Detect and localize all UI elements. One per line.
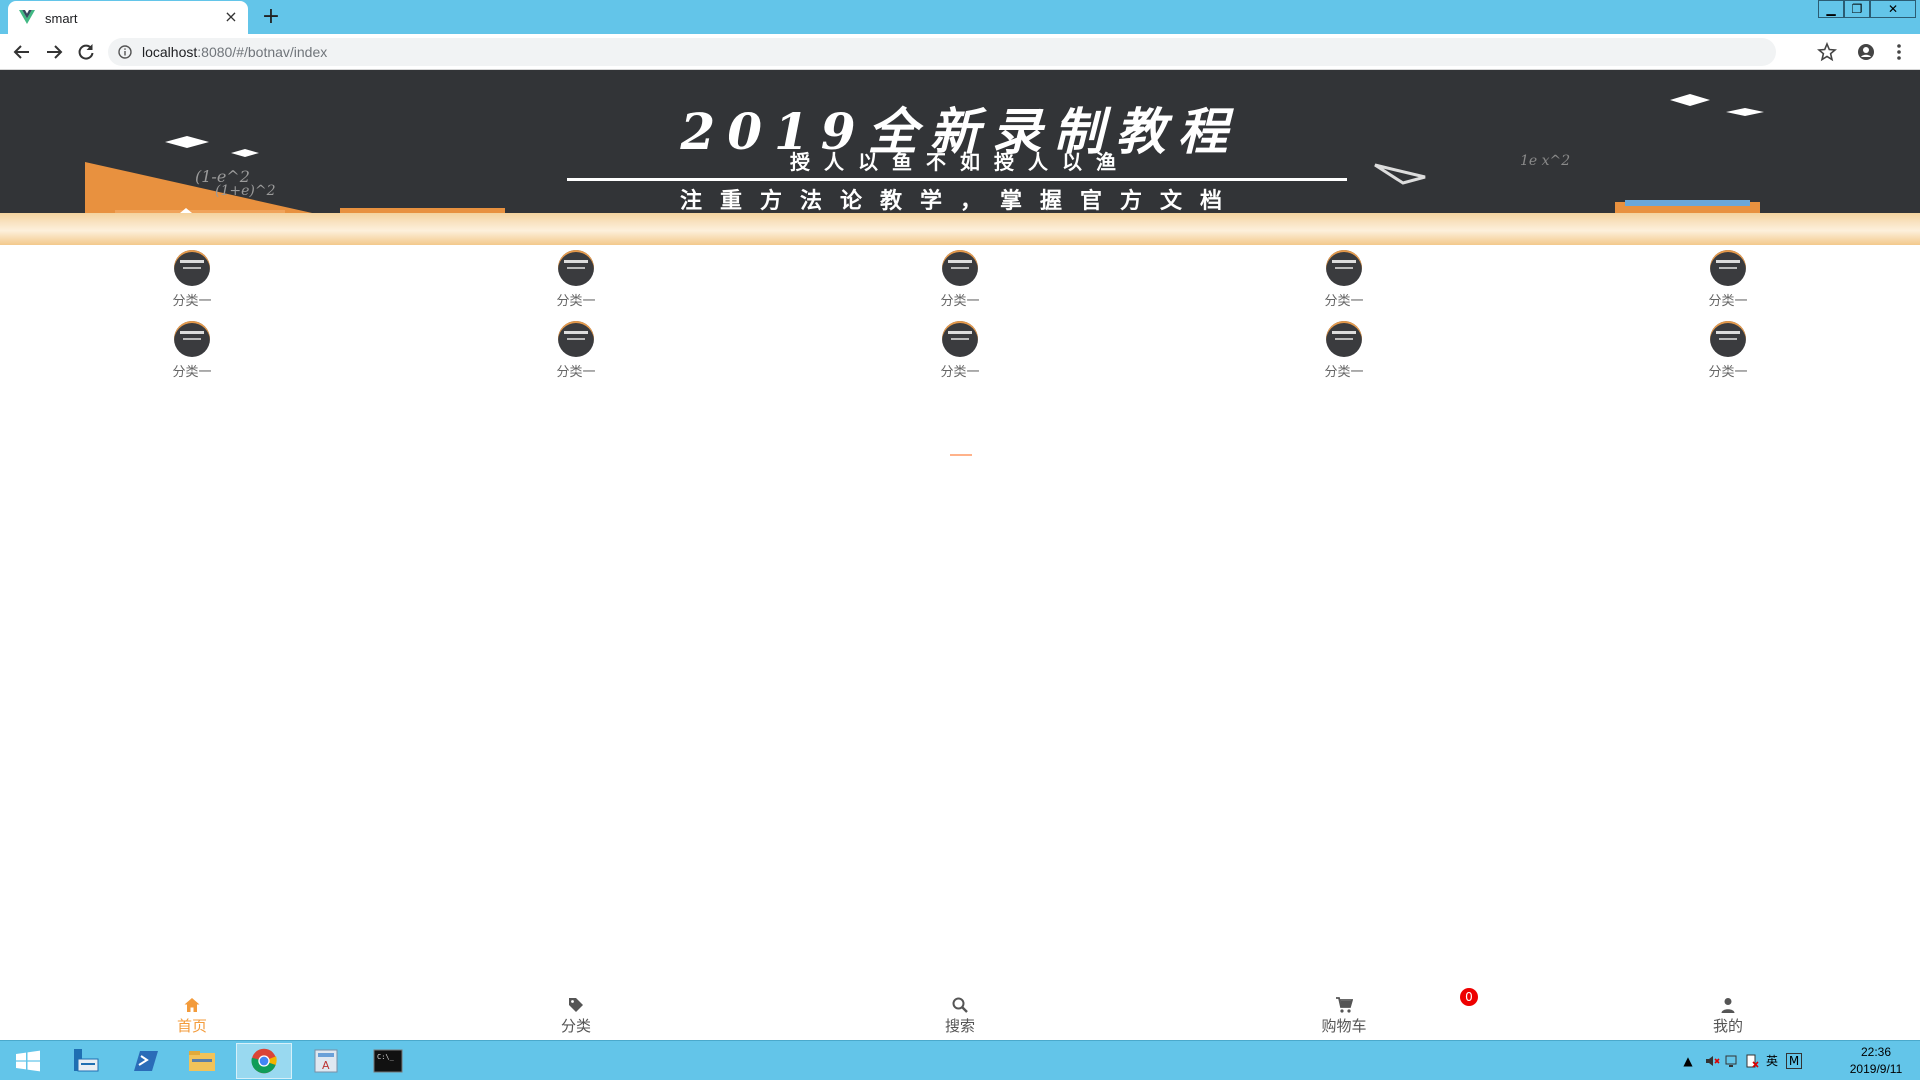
ime-mode-indicator[interactable]: M — [1786, 1053, 1802, 1069]
category-image — [1326, 321, 1362, 357]
svg-text:A: A — [322, 1059, 330, 1072]
bottom-nav: 首页 分类 搜索 购物车 0 我的 — [0, 988, 1920, 1040]
category-label: 分类一 — [172, 294, 212, 309]
search-icon — [952, 997, 968, 1013]
category-image — [1710, 321, 1746, 357]
url-host: localhost — [142, 44, 198, 60]
category-image — [1326, 250, 1362, 286]
nav-label-search: 搜索 — [944, 1017, 975, 1035]
banner-subtitle-1: 授人以鱼不如授人以渔 — [790, 150, 1130, 174]
paint-app-icon[interactable]: A — [298, 1043, 354, 1079]
forward-arrow-icon[interactable] — [41, 39, 67, 65]
category-label: 分类一 — [1708, 294, 1748, 309]
window-close-button[interactable]: ✕ — [1870, 0, 1916, 18]
nav-label-home: 首页 — [176, 1017, 207, 1035]
window-restore-button[interactable]: ❐ — [1844, 0, 1870, 18]
tag-icon — [569, 998, 583, 1012]
browser-tab[interactable]: smart × — [8, 1, 248, 34]
nav-item-home[interactable]: 首页 — [142, 992, 242, 1040]
url-text[interactable]: localhost:8080/#/botnav/index — [142, 44, 327, 60]
bookmark-star-icon[interactable] — [1814, 39, 1840, 65]
home-icon — [184, 998, 200, 1012]
category-image — [1710, 250, 1746, 286]
clock-time: 22:36 — [1860, 1045, 1892, 1059]
category-label: 分类一 — [940, 294, 980, 309]
tab-title: smart — [45, 11, 78, 26]
category-image — [558, 250, 594, 286]
nav-label-category: 分类 — [560, 1017, 591, 1035]
category-item[interactable]: 分类一 — [152, 250, 232, 309]
cart-icon — [1336, 997, 1353, 1013]
back-arrow-icon[interactable] — [9, 39, 35, 65]
category-label: 分类一 — [1324, 294, 1364, 309]
info-icon[interactable] — [118, 45, 132, 59]
category-item[interactable]: 分类一 — [1688, 250, 1768, 309]
nav-item-cart[interactable]: 购物车 — [1294, 992, 1394, 1040]
category-image — [558, 321, 594, 357]
browser-titlebar: smart × + ▁ ❐ ✕ — [0, 0, 1920, 34]
command-prompt-icon[interactable]: C:\_ — [360, 1043, 416, 1079]
banner-image[interactable]: (1-e^2 (1+e)^2 1e x^2 2019全新录制教程 授人以鱼不如授… — [0, 70, 1920, 217]
category-label: 分类一 — [940, 365, 980, 380]
nav-label-profile: 我的 — [1712, 1017, 1743, 1035]
category-item[interactable]: 分类一 — [1304, 321, 1384, 380]
category-image — [174, 250, 210, 286]
tab-close-button[interactable]: × — [220, 6, 242, 28]
category-item[interactable]: 分类一 — [536, 250, 616, 309]
category-label: 分类一 — [556, 294, 596, 309]
nav-item-profile[interactable]: 我的 — [1678, 992, 1778, 1040]
server-manager-icon[interactable] — [58, 1043, 114, 1079]
nav-item-category[interactable]: 分类 — [526, 992, 626, 1040]
user-icon — [1721, 998, 1735, 1013]
taskbar-clock[interactable]: 22:36 2019/9/11 — [1836, 1044, 1916, 1078]
category-image — [174, 321, 210, 357]
banner-divider — [567, 178, 1347, 181]
clock-date: 2019/9/11 — [1849, 1062, 1903, 1076]
network-icon[interactable] — [1724, 1053, 1740, 1069]
vue-logo-icon — [19, 10, 35, 24]
category-image — [942, 321, 978, 357]
windows-taskbar: A C:\_ ▲ 英 M 22:36 2019/9/11 — [0, 1040, 1920, 1080]
page-viewport: (1-e^2 (1+e)^2 1e x^2 2019全新录制教程 授人以鱼不如授… — [0, 70, 1920, 1040]
banner-bottom-stripe — [0, 213, 1920, 245]
reload-icon[interactable] — [73, 39, 99, 65]
file-explorer-icon[interactable] — [174, 1043, 230, 1079]
category-item[interactable]: 分类一 — [920, 250, 1000, 309]
nav-label-cart: 购物车 — [1321, 1017, 1367, 1035]
profile-icon[interactable] — [1853, 39, 1879, 65]
category-item[interactable]: 分类一 — [152, 321, 232, 380]
powershell-icon[interactable] — [116, 1043, 172, 1079]
category-item[interactable]: 分类一 — [1688, 321, 1768, 380]
url-path: :8080/#/botnav/index — [197, 44, 328, 60]
action-center-icon[interactable] — [1744, 1053, 1760, 1069]
tray-expand-icon[interactable]: ▲ — [1680, 1053, 1696, 1069]
more-menu-icon[interactable] — [1886, 39, 1912, 65]
cart-count-badge: 0 — [1460, 988, 1478, 1006]
category-item[interactable]: 分类一 — [1304, 250, 1384, 309]
banner-subtitle-2: 注重方法论教学，掌握官方文档 — [679, 188, 1240, 214]
category-image — [942, 250, 978, 286]
category-label: 分类一 — [172, 365, 212, 380]
category-label: 分类一 — [556, 365, 596, 380]
volume-muted-icon[interactable] — [1704, 1053, 1720, 1069]
chrome-icon[interactable] — [236, 1043, 292, 1079]
svg-text:C:\_: C:\_ — [377, 1053, 395, 1061]
new-tab-button[interactable]: + — [257, 3, 285, 31]
swipe-page-indicator — [950, 454, 972, 456]
windows-start-icon[interactable] — [0, 1043, 56, 1079]
address-bar[interactable]: localhost:8080/#/botnav/index — [108, 38, 1776, 66]
nav-item-search[interactable]: 搜索 — [910, 992, 1010, 1040]
category-item[interactable]: 分类一 — [536, 321, 616, 380]
category-label: 分类一 — [1708, 365, 1748, 380]
category-label: 分类一 — [1324, 365, 1364, 380]
window-minimize-button[interactable]: ▁ — [1818, 0, 1844, 18]
browser-toolbar: localhost:8080/#/botnav/index — [0, 34, 1920, 70]
category-item[interactable]: 分类一 — [920, 321, 1000, 380]
ime-language-indicator[interactable]: 英 — [1764, 1053, 1780, 1069]
